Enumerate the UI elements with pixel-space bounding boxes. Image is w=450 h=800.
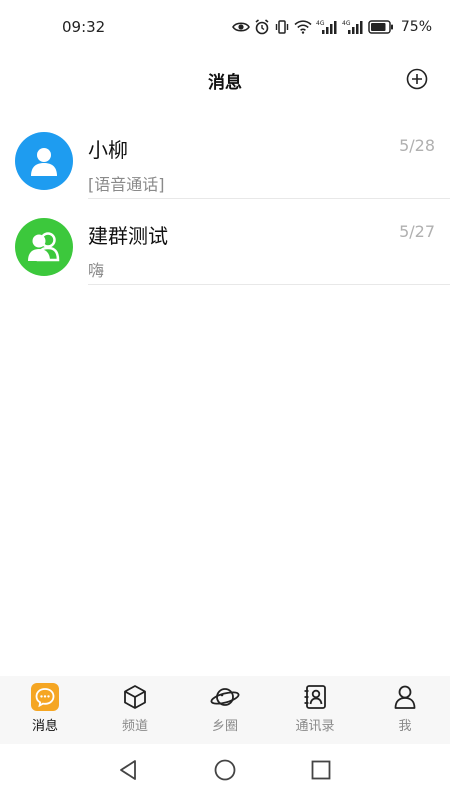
message-icon [31, 683, 59, 711]
chat-list: 小柳 [语音通话] 5/28 建群测试 嗨 5/27 [0, 114, 450, 286]
chat-name: 小柳 [88, 138, 128, 162]
profile-icon [394, 685, 416, 709]
signal-4g-icon: 4G [342, 20, 363, 34]
group-icon [28, 232, 60, 262]
tab-label: 消息 [31, 719, 58, 734]
avatar [15, 132, 73, 190]
eye-icon [231, 22, 250, 32]
avatar [15, 218, 73, 276]
home-icon[interactable] [213, 758, 237, 782]
planet-icon [210, 688, 240, 706]
signal-4g-icon: 4G [316, 20, 337, 34]
tab-label: 我 [398, 719, 412, 734]
tab-messages[interactable]: 消息 [0, 676, 90, 744]
chat-preview: [语音通话] [88, 175, 165, 194]
tab-me[interactable]: 我 [360, 676, 450, 744]
chat-name: 建群测试 [88, 224, 168, 248]
recents-icon[interactable] [309, 758, 333, 782]
contacts-icon [304, 685, 326, 709]
status-bar: 09:32 4G 4G 75% [0, 0, 450, 56]
chat-item-group-test[interactable]: 建群测试 嗨 5/27 [0, 200, 450, 286]
divider [88, 198, 450, 199]
status-time: 09:32 [62, 18, 106, 36]
tab-channels[interactable]: 频道 [90, 676, 180, 744]
svg-text:4G: 4G [342, 20, 351, 27]
back-icon[interactable] [116, 758, 140, 782]
cube-icon [124, 685, 146, 709]
system-nav-bar [0, 744, 450, 800]
vibrate-icon [275, 20, 289, 34]
chat-preview: 嗨 [88, 261, 105, 280]
tab-label: 乡圈 [211, 719, 238, 734]
plus-circle-icon[interactable] [406, 68, 428, 90]
alarm-icon [255, 19, 269, 35]
tab-contacts[interactable]: 通讯录 [270, 676, 360, 744]
battery-icon [368, 20, 393, 34]
status-icons: 4G 4G 75% [231, 17, 432, 37]
bottom-tab-bar: 消息 频道 乡圈 通讯录 我 [0, 676, 450, 744]
divider [88, 284, 450, 285]
tab-label: 频道 [121, 719, 148, 734]
app-header: 消息 [0, 56, 450, 102]
battery-percent: 75% [400, 19, 432, 35]
tab-circle[interactable]: 乡圈 [180, 676, 270, 744]
svg-text:4G: 4G [316, 20, 325, 27]
chat-item-xiaoliu[interactable]: 小柳 [语音通话] 5/28 [0, 114, 450, 200]
tab-label: 通讯录 [295, 719, 335, 734]
chat-date: 5/27 [399, 222, 435, 241]
chat-date: 5/28 [399, 136, 435, 155]
wifi-icon [294, 20, 312, 34]
person-icon [31, 148, 57, 176]
page-title: 消息 [208, 73, 242, 93]
